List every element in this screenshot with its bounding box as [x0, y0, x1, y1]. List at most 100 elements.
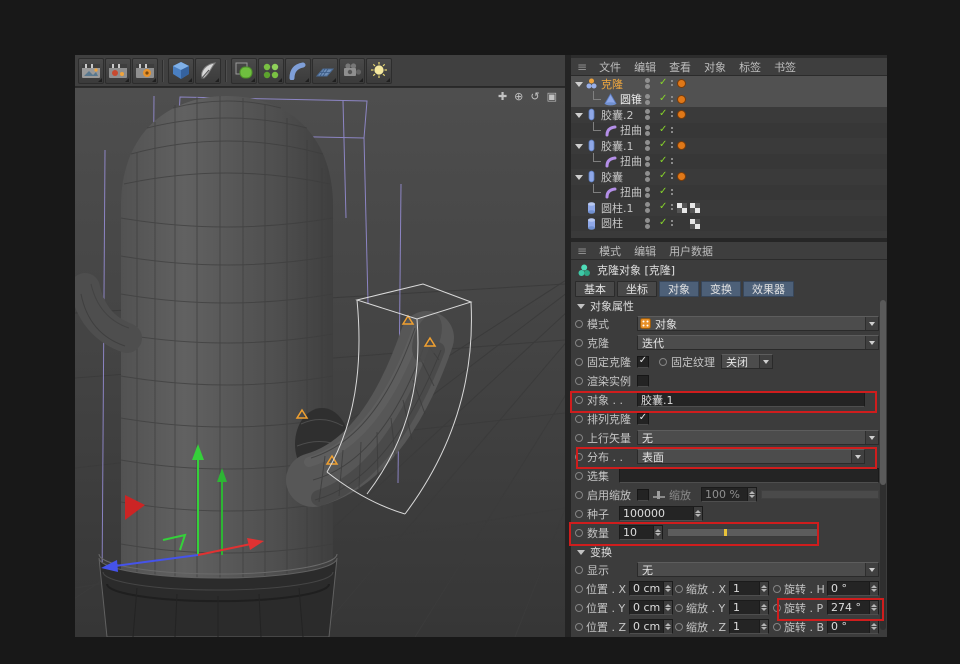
position-y-field[interactable]: 0 cm [629, 600, 673, 615]
object-label[interactable]: 胶囊.1 [601, 138, 634, 154]
object-label[interactable]: 克隆 [601, 76, 623, 92]
visibility-dots[interactable] [645, 109, 650, 120]
phong-tag-icon[interactable] [677, 172, 686, 181]
light-button[interactable] [366, 58, 392, 84]
tab-object[interactable]: 对象 [659, 281, 699, 297]
object-row-capsule[interactable]: 胶囊 ✓ [571, 169, 887, 185]
enabled-check-icon[interactable]: ✓ [659, 217, 667, 229]
menu-view[interactable]: 查看 [669, 59, 691, 75]
display-dropdown[interactable]: 无 [637, 562, 879, 577]
object-row-cylinder1[interactable]: 圆柱.1 ✓ [571, 200, 887, 216]
visibility-dots[interactable] [645, 78, 650, 89]
spinner-icon[interactable] [759, 582, 768, 595]
menu-mode[interactable]: 模式 [599, 243, 621, 259]
position-z-field[interactable]: 0 cm [629, 619, 673, 634]
viewport[interactable]: ✚ ⊕ ↺ ▣ [75, 88, 565, 637]
visibility-dots[interactable] [645, 218, 650, 229]
menu-objects[interactable]: 对象 [704, 59, 726, 75]
subdivision-surface-button[interactable] [231, 58, 257, 84]
keyframe-dot[interactable] [675, 604, 683, 612]
spinner-icon[interactable] [693, 507, 702, 520]
phong-tag-icon[interactable] [677, 79, 686, 88]
object-label[interactable]: 圆柱.1 [601, 200, 634, 216]
menu-edit[interactable]: 编辑 [634, 243, 656, 259]
keyframe-dot[interactable] [773, 585, 781, 593]
spinner-icon[interactable] [663, 601, 672, 614]
menu-tags[interactable]: 标签 [739, 59, 761, 75]
object-label[interactable]: 扭曲 [620, 153, 642, 169]
menu-bookmarks[interactable]: 书签 [774, 59, 796, 75]
keyframe-dot[interactable] [575, 339, 583, 347]
render-instance-checkbox[interactable]: ✓ [637, 375, 649, 387]
tab-coordinates[interactable]: 坐标 [617, 281, 657, 297]
object-row-bend[interactable]: 扭曲 ✓ [571, 154, 887, 170]
keyframe-dot[interactable] [575, 415, 583, 423]
spline-pen-button[interactable] [195, 58, 221, 84]
spinner-icon[interactable] [869, 582, 878, 595]
texture-tag-icon[interactable] [690, 203, 700, 213]
menu-grip-icon[interactable]: ≡ [577, 60, 586, 74]
visibility-dots[interactable] [645, 140, 650, 151]
phong-tag-icon[interactable] [677, 141, 686, 150]
spinner-icon[interactable] [747, 488, 756, 501]
mode-dropdown[interactable]: 对象 [637, 316, 879, 331]
fix-texture-dropdown[interactable]: 关闭 [721, 354, 773, 369]
up-vector-dropdown[interactable]: 无 [637, 430, 879, 445]
object-label[interactable]: 扭曲 [620, 122, 642, 138]
scale-x-field[interactable]: 1 [729, 581, 769, 596]
render-settings-button[interactable] [132, 58, 158, 84]
menu-user-data[interactable]: 用户数据 [669, 243, 713, 259]
rotation-b-field[interactable]: 0 ° [827, 619, 879, 634]
deformer-button[interactable] [285, 58, 311, 84]
object-row-cylinder[interactable]: 圆柱 ✓ [571, 216, 887, 232]
enabled-check-icon[interactable]: ✓ [659, 93, 667, 105]
enabled-check-icon[interactable]: ✓ [659, 139, 667, 151]
zoom-view-icon[interactable]: ⊕ [514, 91, 523, 103]
object-row-bend[interactable]: 扭曲 ✓ [571, 185, 887, 201]
expand-arrow-icon[interactable] [574, 77, 584, 91]
keyframe-dot[interactable] [575, 434, 583, 442]
visibility-dots[interactable] [645, 125, 650, 136]
menu-file[interactable]: 文件 [599, 59, 621, 75]
visibility-dots[interactable] [645, 171, 650, 182]
section-object-properties[interactable]: 对象属性 [571, 298, 879, 314]
enable-scale-checkbox[interactable]: ✓ [637, 489, 649, 501]
scale-field[interactable]: 100 % [701, 487, 757, 502]
viewport-canvas[interactable] [75, 88, 565, 637]
visibility-dots[interactable] [645, 94, 650, 105]
object-label[interactable]: 圆锥 [620, 91, 642, 107]
scrollbar-thumb[interactable] [880, 300, 886, 485]
spinner-icon[interactable] [663, 582, 672, 595]
phong-tag-icon[interactable] [677, 95, 686, 104]
tab-basic[interactable]: 基本 [575, 281, 615, 297]
object-row-capsule1[interactable]: 胶囊.1 ✓ [571, 138, 887, 154]
expand-arrow-icon[interactable] [574, 170, 584, 184]
toggle-view-icon[interactable]: ▣ [547, 91, 557, 103]
clone-mode-dropdown[interactable]: 迭代 [637, 335, 879, 350]
expand-arrow-icon[interactable] [574, 139, 584, 153]
pan-view-icon[interactable]: ✚ [498, 91, 507, 103]
cactus-body-model[interactable] [121, 96, 333, 588]
enabled-check-icon[interactable]: ✓ [659, 186, 667, 198]
camera-button[interactable] [339, 58, 365, 84]
keyframe-dot[interactable] [675, 585, 683, 593]
phong-tag-icon[interactable] [677, 110, 686, 119]
object-label[interactable]: 胶囊.2 [601, 107, 634, 123]
keyframe-dot[interactable] [659, 358, 667, 366]
render-view-button[interactable] [78, 58, 104, 84]
visibility-dots[interactable] [645, 156, 650, 167]
keyframe-dot[interactable] [575, 491, 583, 499]
environment-floor-button[interactable] [312, 58, 338, 84]
spinner-icon[interactable] [759, 601, 768, 614]
rotation-h-field[interactable]: 0 ° [827, 581, 879, 596]
object-label[interactable]: 胶囊 [601, 169, 623, 185]
enabled-check-icon[interactable]: ✓ [659, 108, 667, 120]
object-row-bend[interactable]: 扭曲 ✓ [571, 123, 887, 139]
enabled-check-icon[interactable]: ✓ [659, 124, 667, 136]
tab-transform[interactable]: 变换 [701, 281, 741, 297]
keyframe-dot[interactable] [575, 358, 583, 366]
keyframe-dot[interactable] [575, 472, 583, 480]
object-row-cone[interactable]: 圆锥 ✓ [571, 92, 887, 108]
render-region-button[interactable] [105, 58, 131, 84]
keyframe-dot[interactable] [575, 604, 583, 612]
